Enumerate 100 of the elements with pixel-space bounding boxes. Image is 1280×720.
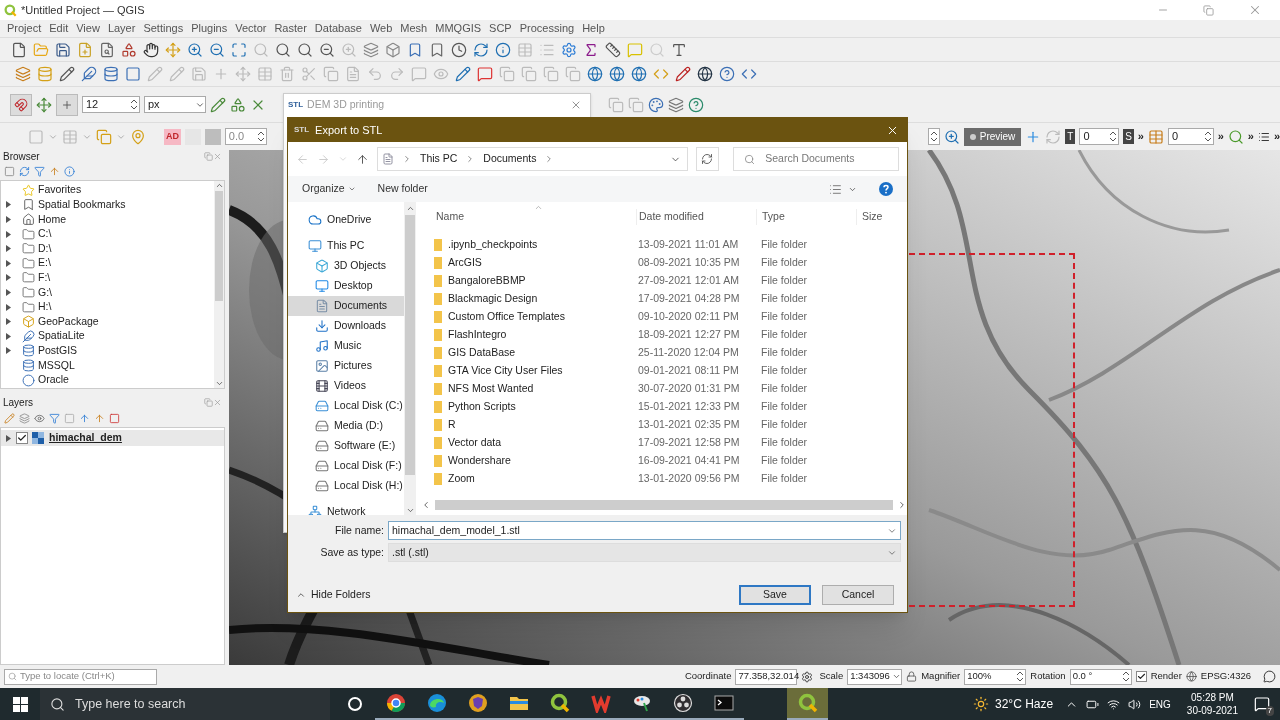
language-indicator[interactable]: ENG (1149, 696, 1171, 712)
file-type: File folder (760, 327, 809, 343)
menu-item[interactable]: Web (366, 20, 396, 37)
taskbar-search-field[interactable]: Type here to search (40, 688, 330, 720)
nav-item[interactable]: Downloads (288, 316, 404, 336)
scale-dropdown[interactable]: 1:343096 (847, 668, 903, 685)
column-header[interactable]: Date modified (636, 209, 756, 225)
nav-item[interactable]: Network (288, 502, 404, 515)
column-header[interactable]: Name (421, 209, 636, 225)
clock-date[interactable]: 30-09-2021 (1186, 704, 1238, 717)
nav-item[interactable]: Software (E:) (288, 436, 404, 456)
clock-time[interactable]: 05:28 PM (1191, 691, 1234, 704)
address-bar[interactable]: This PC Documents (377, 147, 688, 171)
menu-item[interactable]: Processing (516, 20, 578, 37)
tree-item[interactable]: SpatiaLite (38, 328, 85, 345)
menu-item[interactable]: Raster (271, 20, 310, 37)
menu-item[interactable]: Plugins (188, 20, 231, 37)
file-row[interactable]: Custom Office Templates 09-10-2020 02:11 PM File folder (421, 308, 907, 326)
panel-title: Layers (3, 395, 33, 410)
file-row[interactable]: Python Scripts 15-01-2021 12:33 PM File folder (421, 398, 907, 416)
hide-folders-button[interactable]: Hide Folders (296, 587, 371, 603)
nav-item[interactable]: Local Disk (C:) (288, 396, 404, 416)
nav-item[interactable]: Local Disk (H:) (288, 476, 404, 496)
search-field[interactable]: Search Documents (733, 147, 899, 171)
column-header[interactable]: Type (756, 209, 856, 225)
file-type: File folder (760, 255, 809, 271)
menu-item[interactable]: Project (4, 20, 45, 37)
menu-item[interactable]: Edit (46, 20, 72, 37)
tree-item[interactable]: C:\ (38, 226, 52, 242)
tree-item[interactable]: G:\ (38, 284, 52, 301)
nav-item[interactable]: This PC (288, 236, 404, 256)
more-button[interactable]: » (1247, 128, 1254, 145)
nav-item[interactable]: Media (D:) (288, 416, 404, 436)
menu-item[interactable]: Layer (104, 20, 139, 37)
tree-item[interactable]: Favorites (38, 182, 82, 199)
menu-item[interactable]: View (73, 20, 103, 37)
more-button[interactable]: » (1273, 128, 1280, 145)
file-name: Wondershare (448, 453, 511, 469)
nav-item[interactable]: Videos (288, 376, 404, 396)
rotation-field[interactable]: 0.0 ° (1069, 668, 1132, 685)
file-row[interactable]: Blackmagic Design 17-09-2021 04:28 PM File folder (421, 290, 907, 308)
nav-item[interactable]: Desktop (288, 276, 404, 296)
file-row[interactable]: FlashIntegro 18-09-2021 12:27 PM File folder (421, 326, 907, 344)
save-type-dropdown[interactable]: .stl (.stl) (388, 543, 901, 562)
nav-item[interactable]: OneDrive (288, 210, 404, 230)
tolerance-field[interactable]: 12 (82, 96, 140, 113)
nav-item[interactable]: Pictures (288, 356, 404, 376)
file-row[interactable]: GIS DataBase 25-11-2020 12:04 PM File folder (421, 344, 907, 362)
tree-item[interactable]: Oracle (38, 372, 69, 388)
nav-item[interactable]: Local Disk (F:) (288, 456, 404, 476)
file-name-field[interactable]: himachal_dem_model_1.stl (388, 521, 901, 540)
file-name: ArcGIS (448, 255, 482, 271)
new-folder-button[interactable]: New folder (377, 181, 428, 197)
file-row[interactable]: BangaloreBBMP 27-09-2021 12:01 AM File folder (421, 272, 907, 290)
cancel-button[interactable]: Cancel (822, 585, 894, 605)
more-button[interactable]: » (1217, 128, 1224, 145)
save-button[interactable]: Save (739, 585, 811, 605)
tree-item[interactable]: MSSQL (38, 357, 75, 374)
file-row[interactable]: Zoom 13-01-2020 09:56 PM File folder (421, 470, 907, 488)
date-modified: 27-09-2021 12:01 AM (637, 273, 740, 289)
tree-item[interactable]: Home (38, 211, 66, 228)
tree-item[interactable]: D:\ (38, 240, 52, 257)
tree-item[interactable]: F:\ (38, 270, 51, 286)
menu-item[interactable]: Vector (232, 20, 270, 37)
unit-dropdown[interactable]: px (144, 96, 206, 113)
tree-item[interactable]: GeoPackage (38, 313, 99, 330)
file-row[interactable]: Vector data 17-09-2021 12:58 PM File folder (421, 434, 907, 452)
magnifier-field[interactable]: 100% (964, 668, 1027, 685)
offset-field[interactable]: 0.0 (224, 128, 267, 145)
file-row[interactable]: GTA Vice City User Files 09-01-2021 08:11 PM File folder (421, 362, 907, 380)
t-value-field[interactable]: 0 (1079, 128, 1120, 145)
file-row[interactable]: ArcGIS 08-09-2021 10:35 PM File folder (421, 254, 907, 272)
file-name: FlashIntegro (448, 327, 507, 343)
nav-item[interactable]: 3D Objects (288, 256, 404, 276)
locate-field[interactable]: Type to locate (Ctrl+K) (4, 668, 157, 685)
nav-item[interactable]: Music (288, 336, 404, 356)
file-row[interactable]: .ipynb_checkpoints 13-09-2021 11:01 AM File folder (421, 236, 907, 254)
crs-button[interactable]: EPSG:4326 (1200, 669, 1251, 684)
tree-item[interactable]: H:\ (38, 299, 52, 315)
menu-item[interactable]: Mesh (397, 20, 431, 37)
preview-button[interactable]: Preview (963, 127, 1022, 146)
file-row[interactable]: Wondershare 16-09-2021 04:41 PM File folder (421, 452, 907, 470)
menu-item[interactable]: Settings (140, 20, 187, 37)
file-row[interactable]: NFS Most Wanted 30-07-2020 01:31 PM File folder (421, 380, 907, 398)
raster-value-field[interactable]: 0 (1167, 128, 1214, 145)
label-tool-button[interactable]: AD (164, 128, 181, 145)
menu-item[interactable]: SCP (486, 20, 515, 37)
more-button[interactable]: » (1137, 128, 1144, 145)
file-row[interactable]: R 13-01-2021 02:35 PM File folder (421, 416, 907, 434)
organize-button[interactable]: Organize (302, 181, 356, 197)
weather-text[interactable]: 32°C Haze (995, 695, 1054, 713)
tree-item[interactable]: PostGIS (38, 342, 78, 359)
column-header[interactable]: Size (856, 209, 883, 225)
tree-item[interactable]: E:\ (38, 255, 51, 272)
menu-item[interactable]: MMQGIS (432, 20, 485, 37)
menu-item[interactable]: Help (579, 20, 608, 37)
tree-item[interactable]: Spatial Bookmarks (38, 197, 126, 213)
nav-item[interactable]: Documents (288, 296, 404, 316)
menu-item[interactable]: Database (311, 20, 365, 37)
coordinate-field[interactable]: 77.358,32.014 (735, 668, 798, 685)
